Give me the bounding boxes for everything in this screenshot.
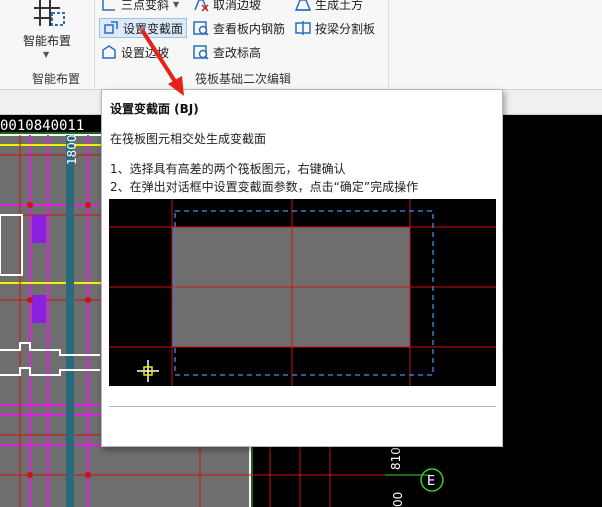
bottom-dimension: 810 <box>389 447 403 470</box>
view-slab-rebar-button[interactable]: 查看板内钢筋 <box>193 18 285 38</box>
split-by-beam-button[interactable]: 按梁分割板 <box>295 18 375 38</box>
app-window: 智能布置 ▼ 智能布置 三点变斜 ▼ 设置变截面 设置边坡 取消边坡 查看板内钢… <box>0 0 602 507</box>
smart-layout-label: 智能布置 <box>22 34 71 48</box>
check-elevation-icon <box>193 44 209 60</box>
tooltip-description: 在筏板图元相交处生成变截面 <box>110 132 267 146</box>
axis-label-e: E <box>427 474 435 489</box>
ribbon-group-smart-layout: 智能布置 ▼ 智能布置 <box>0 0 95 90</box>
split-by-beam-label: 按梁分割板 <box>315 21 376 36</box>
command-tooltip: 设置变截面 (BJ) 在筏板图元相交处生成变截面 1、选择具有高差的两个筏板图元… <box>101 89 503 447</box>
ribbon: 智能布置 ▼ 智能布置 三点变斜 ▼ 设置变截面 设置边坡 取消边坡 查看板内钢… <box>0 0 602 90</box>
smart-layout-icon <box>34 0 65 26</box>
check-elevation-label: 查改标高 <box>213 45 262 60</box>
earthwork-icon <box>294 0 312 12</box>
tooltip-step-1: 1、选择具有高差的两个筏板图元，右键确认 <box>110 162 346 176</box>
group-title-raft-edit: 筏板基础二次编辑 <box>195 72 292 86</box>
bottom-dimension-2: 00 <box>391 492 405 507</box>
three-point-slope-button[interactable]: 三点变斜 ▼ <box>101 0 179 14</box>
ribbon-group-right: 生成土方 按梁分割板 <box>294 0 602 90</box>
generate-earthwork-button[interactable]: 生成土方 <box>294 0 364 14</box>
top-dimension-text: 0010840011 <box>0 118 84 134</box>
chevron-down-icon[interactable]: ▼ <box>43 50 49 59</box>
view-rebar-icon <box>193 20 209 36</box>
cancel-edge-slope-label: 取消边坡 <box>213 0 262 12</box>
check-elevation-button[interactable]: 查改标高 <box>193 42 261 62</box>
three-point-slope-label: 三点变斜 <box>121 0 170 12</box>
split-slab-icon <box>295 20 311 36</box>
tooltip-divider <box>109 406 496 407</box>
view-slab-rebar-label: 查看板内钢筋 <box>213 21 286 36</box>
vertical-dimension: 1800 <box>65 134 79 165</box>
tooltip-step-2: 2、在弹出对话框中设置变截面参数，点击“确定”完成操作 <box>110 180 419 194</box>
cancel-edge-slope-button[interactable]: 取消边坡 <box>193 0 261 14</box>
red-arrow-icon <box>140 28 184 96</box>
tooltip-preview-image <box>109 199 496 386</box>
generate-earthwork-label: 生成土方 <box>315 0 364 12</box>
crosshair-cursor-icon <box>137 360 159 382</box>
chevron-down-icon[interactable]: ▼ <box>173 0 179 9</box>
edge-slope-icon <box>101 44 117 60</box>
tooltip-title: 设置变截面 (BJ) <box>110 102 199 116</box>
cancel-edge-slope-icon <box>193 0 209 12</box>
varied-section-icon <box>103 20 119 36</box>
three-point-slope-icon <box>101 0 117 12</box>
group-title-smart-layout: 智能布置 <box>32 72 81 86</box>
smart-layout-button[interactable]: 智能布置 ▼ <box>14 0 80 62</box>
